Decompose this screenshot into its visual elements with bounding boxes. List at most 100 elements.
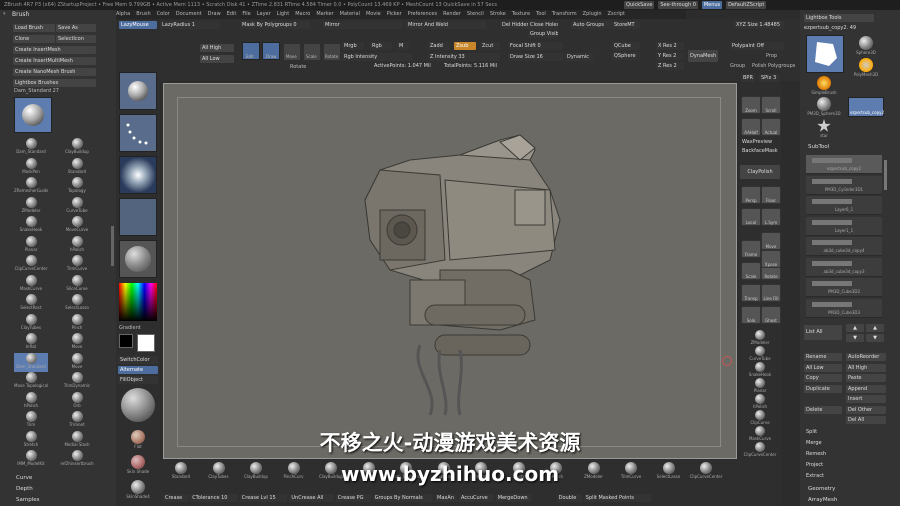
subtool-row[interactable]: PM3D_Cylinder3D1 — [806, 175, 882, 195]
tool-star[interactable]: star — [806, 119, 842, 138]
transpose-marker[interactable] — [722, 356, 732, 366]
dynamic-button[interactable]: Dynamic — [565, 53, 593, 61]
subtool-autoreorder-button[interactable]: AutoReorder — [846, 353, 886, 361]
tool-pm3d-sphere[interactable]: PM3D_Sphere3D — [806, 97, 842, 116]
arrow-down-icon[interactable]: ▼ — [846, 334, 864, 342]
toolbar-solo[interactable]: Solo — [741, 306, 761, 324]
samples-section[interactable]: Samples — [16, 497, 40, 503]
y-res-slider[interactable]: Y Res 2 — [656, 52, 684, 60]
brush-item[interactable]: SelectLasso — [60, 294, 94, 313]
menu-item-render[interactable]: Render — [443, 11, 461, 17]
secondary-color-swatch[interactable] — [137, 334, 155, 352]
all-low-button[interactable]: All Low — [200, 55, 234, 63]
brush-item[interactable]: ClipCurveCenter — [14, 255, 48, 274]
subtool-all-high-button[interactable]: All High — [846, 363, 886, 372]
toolbar-actual[interactable]: Actual — [761, 118, 781, 136]
subtool-duplicate-button[interactable]: Duplicate — [804, 384, 842, 393]
lazyradius-slider[interactable]: LazyRadius 1 — [160, 21, 220, 29]
toolbar-aahalf[interactable]: AAHalf — [741, 118, 761, 136]
subtool-insert-button[interactable]: Insert — [846, 395, 886, 403]
brush-item[interactable]: CurveTube — [60, 196, 94, 216]
brush-item[interactable]: MaskCurve — [14, 274, 48, 294]
zcut-button[interactable]: Zcut — [480, 42, 500, 50]
depth-section[interactable]: Depth — [16, 486, 33, 492]
subtool-append-button[interactable]: Append — [846, 384, 886, 393]
z-res-slider[interactable]: Z Res 2 — [656, 62, 684, 70]
subtool-del-all-button[interactable]: Del All — [846, 416, 886, 424]
material-preview[interactable] — [121, 388, 155, 422]
brush-item[interactable]: Orb — [60, 391, 94, 411]
current-tool-thumb[interactable] — [806, 35, 844, 73]
menu-item-light[interactable]: Light — [277, 11, 289, 17]
fill-object-button[interactable]: FillObject — [118, 376, 158, 384]
close-holes-button[interactable]: Close Holes — [528, 21, 558, 29]
draw-size-slider[interactable]: Draw Size 16 — [508, 53, 563, 61]
texture-slot[interactable] — [119, 198, 157, 236]
side-brush[interactable]: CurveTube — [742, 346, 778, 361]
toolbar-scale[interactable]: Scale — [741, 262, 761, 280]
store-mt-button[interactable]: StoreMT — [612, 21, 640, 29]
subtool-row[interactable]: ezpertsub_copy2 — [806, 155, 882, 174]
subtool-row[interactable]: ab3d_cube3d_copy4 — [806, 237, 882, 256]
brush-item[interactable]: TrimCurve — [60, 255, 94, 274]
brush-item[interactable]: MoveCurve — [60, 216, 94, 235]
menu-item-document[interactable]: Document — [176, 11, 202, 17]
qcube-button[interactable]: QCube — [612, 42, 640, 50]
subtool-row[interactable]: PM3D_Cube3D3 — [806, 298, 882, 318]
bottom-ctolerance-10-button[interactable]: CTolerance 10 — [190, 494, 238, 502]
brush-item[interactable]: Move — [60, 333, 94, 352]
bpr-button[interactable]: BPR — [741, 74, 755, 82]
edit-button[interactable]: Edit — [242, 42, 260, 60]
brush-item[interactable]: SliceCurve — [60, 274, 94, 294]
brush-item[interactable]: TrimDynamic — [60, 372, 94, 391]
menu-item-movie[interactable]: Movie — [366, 11, 381, 17]
menu-item-marker[interactable]: Marker — [316, 11, 333, 17]
main-color-swatch[interactable] — [119, 334, 133, 348]
quicksave-button[interactable]: QuickSave — [624, 1, 655, 9]
bottom-crease-lvl-15-button[interactable]: Crease Lvl 15 — [239, 494, 288, 502]
see-through-slider[interactable]: See-through 0 — [658, 1, 698, 9]
toolbar-frame[interactable]: Frame — [741, 240, 761, 258]
create-insertmultimesh-button[interactable]: Create InsertMultiMesh — [13, 57, 96, 65]
menu-item-color[interactable]: Color — [157, 11, 170, 17]
toolbar-l-sym[interactable]: L.Sym — [761, 208, 781, 226]
toolbar-transp[interactable]: Transp — [741, 284, 761, 302]
rgb-intensity-slider[interactable]: Rgb Intensity — [342, 53, 412, 61]
toolbar-local[interactable]: Local — [741, 208, 761, 226]
subtool-copy-button[interactable]: Copy — [804, 374, 842, 382]
tool-polymesh3d[interactable]: PolyMesh3D — [848, 58, 884, 77]
side-brush[interactable]: SnakeHook — [742, 362, 778, 377]
m-button[interactable]: M — [397, 42, 409, 50]
subtool-row[interactable]: Layer6_1 — [806, 196, 882, 215]
xyz-size-slider[interactable]: XYZ Size 1.48485 — [734, 21, 784, 29]
menu-item-transform[interactable]: Transform — [552, 11, 577, 17]
zadd-button[interactable]: Zadd — [428, 42, 450, 50]
move-button[interactable]: Move — [284, 44, 300, 60]
mask-by-polygroups-slider[interactable]: Mask By Polygroups 0 — [240, 21, 310, 29]
collapse-icon[interactable]: ▾ — [3, 11, 6, 17]
side-brush[interactable]: ClipCurve — [742, 410, 778, 425]
clone-button[interactable]: Clone — [13, 35, 55, 43]
brush-item[interactable]: SelectRect — [14, 294, 48, 313]
menu-item-brush[interactable]: Brush — [136, 11, 150, 17]
select-icon-button[interactable]: SelectIcon — [56, 35, 96, 43]
toolbar-ghost[interactable]: Ghost — [761, 306, 781, 324]
subtool-rename-button[interactable]: Rename — [804, 353, 842, 361]
brush-item[interactable]: Inflat — [14, 333, 48, 352]
rgb-button[interactable]: Rgb — [370, 42, 392, 50]
toolbar-move[interactable]: Move — [761, 232, 781, 250]
brush-item[interactable]: Move Topological — [14, 372, 48, 391]
brush-item[interactable]: Pinch — [60, 313, 94, 333]
tool-ezpertsub-thumb[interactable]: ezpertsub_copy2 — [848, 97, 884, 117]
lightbox-tools-button[interactable]: Lightbox Tools — [804, 14, 874, 22]
toolbar-floor[interactable]: Floor — [761, 186, 781, 204]
bottom-crease-button[interactable]: Crease — [163, 494, 189, 502]
menu-item-picker[interactable]: Picker — [387, 11, 402, 17]
subtool-del-other-button[interactable]: Del Other — [846, 405, 886, 414]
x-res-slider[interactable]: X Res 2 — [656, 42, 684, 50]
wax-preview-label[interactable]: WaxPreview — [742, 139, 772, 145]
qsphere-button[interactable]: QSphere — [612, 52, 640, 60]
group-label[interactable]: Group — [730, 63, 745, 69]
current-brush-thumb[interactable] — [14, 97, 52, 133]
draw-button[interactable]: Draw — [262, 42, 280, 60]
